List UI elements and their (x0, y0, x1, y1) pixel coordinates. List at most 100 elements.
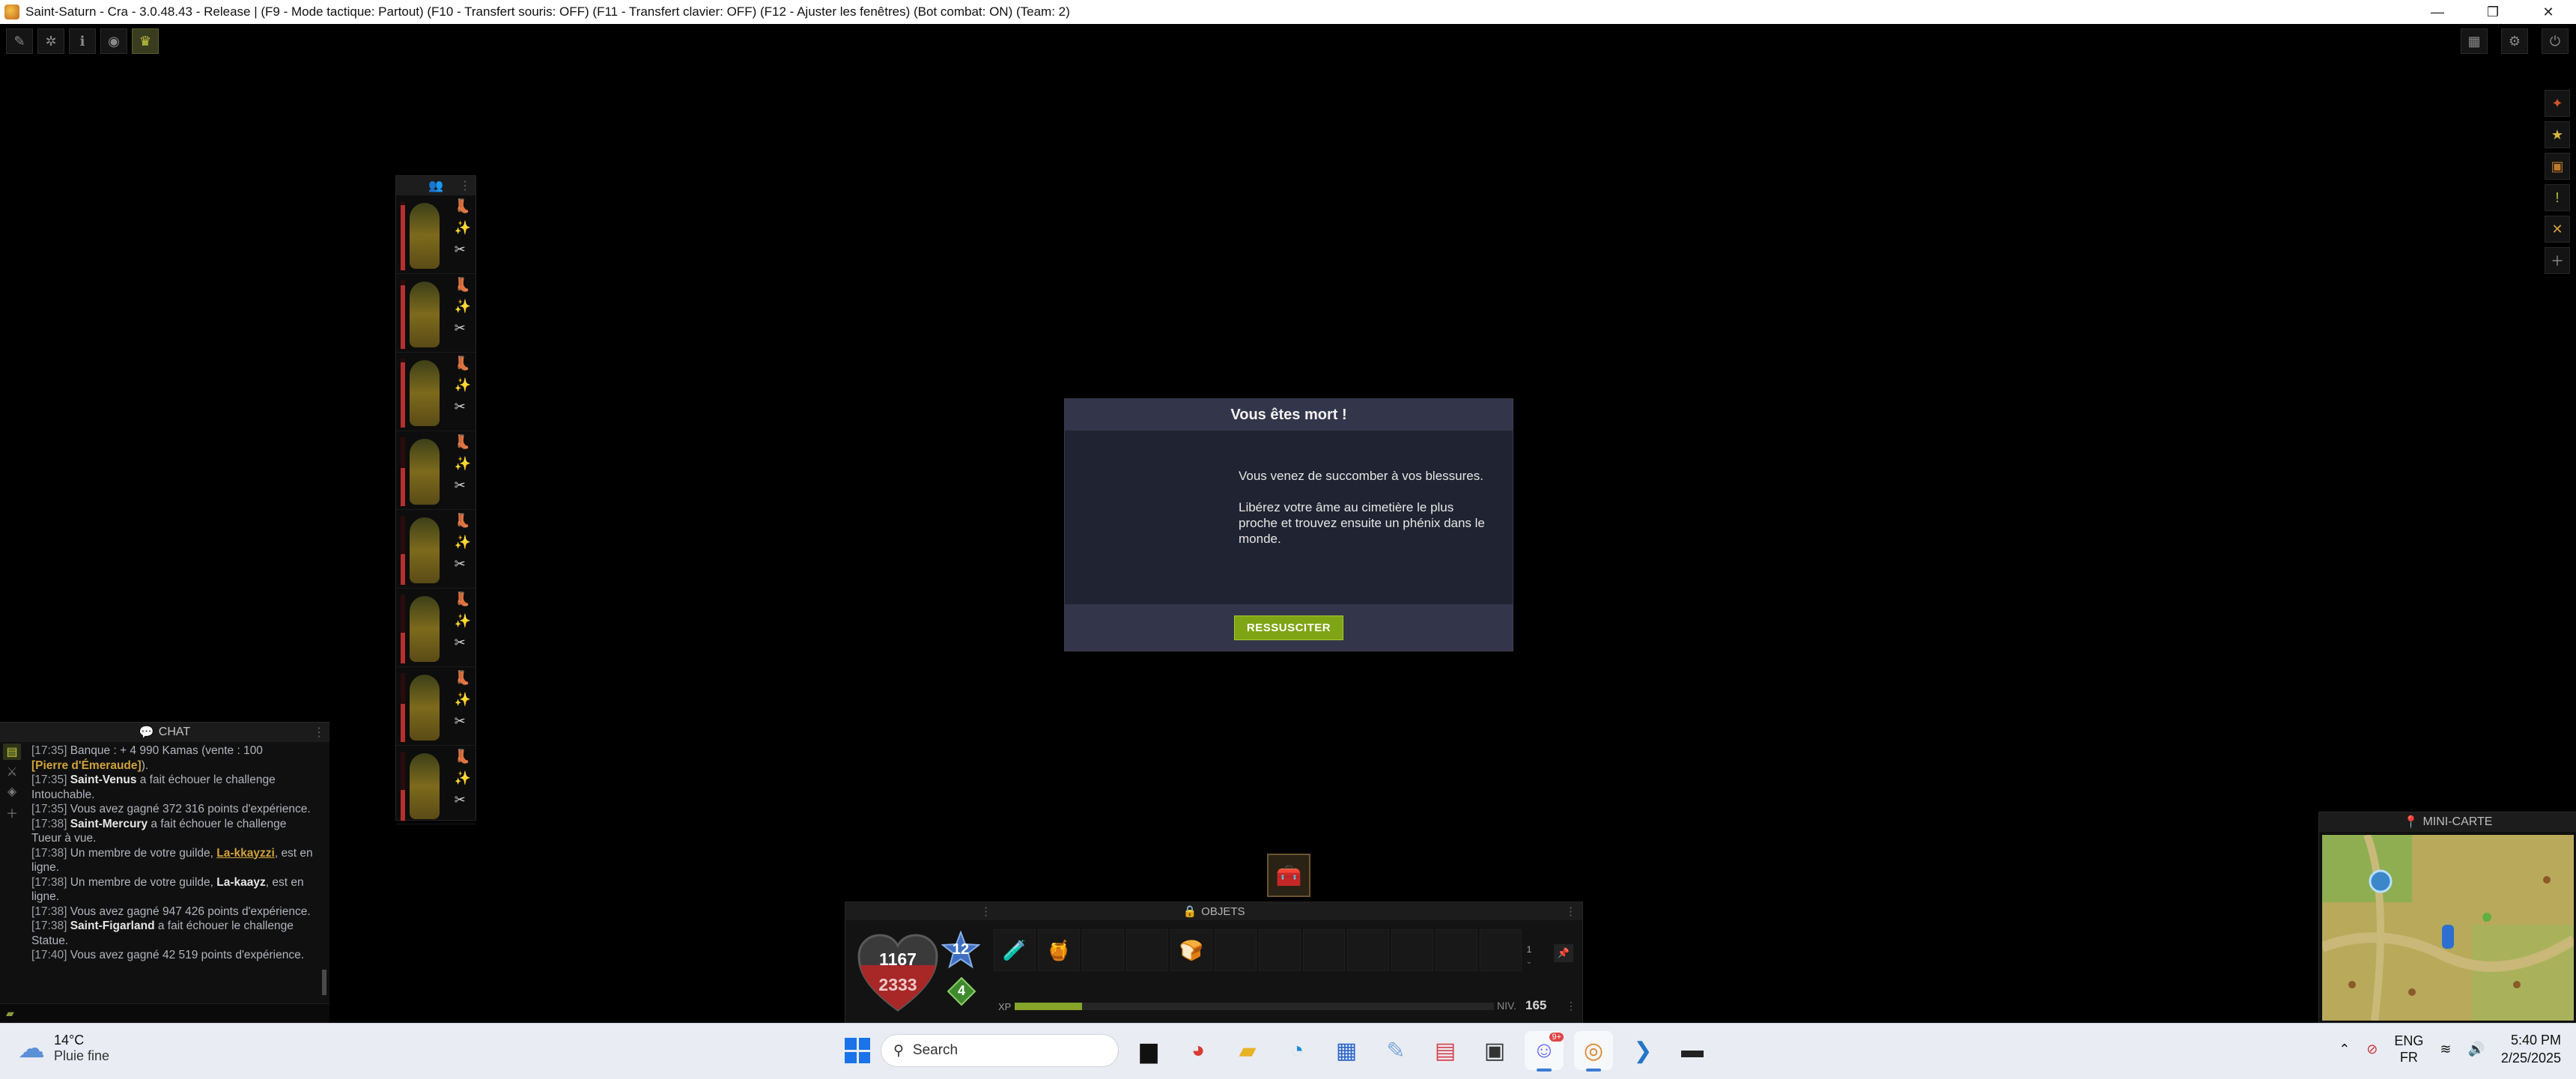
sun-icon[interactable]: ✲ (37, 28, 64, 54)
dofus-taskbar-icon[interactable]: ◎ (1574, 1031, 1613, 1072)
tools-icon[interactable]: ✂ (455, 478, 471, 493)
task-view-icon[interactable]: ▆ (1129, 1031, 1168, 1070)
bar-page-number[interactable]: 1 (1522, 944, 1536, 955)
wifi-icon[interactable]: ≋ (2440, 1042, 2451, 1057)
team-member-portrait[interactable] (410, 282, 440, 347)
objects-bar-menu-icon[interactable]: ⋮ (1565, 905, 1576, 918)
eye-icon[interactable]: ◉ (100, 28, 127, 54)
chat-tab-general-icon[interactable]: ▤ (3, 744, 21, 760)
boot-icon[interactable]: 👢 (455, 592, 471, 607)
wand-icon[interactable]: ✨ (455, 299, 471, 314)
tools-icon[interactable]: ✂ (455, 635, 471, 651)
security-icon[interactable]: ⊘ (2366, 1042, 2378, 1057)
bar-drag-handle-icon[interactable]: ⋮ (980, 905, 991, 918)
item-slot-pot[interactable]: 🍯 (1038, 929, 1080, 971)
item-slot-potion[interactable]: 🧪 (994, 929, 1036, 971)
console-icon[interactable]: ▬ (1673, 1031, 1712, 1070)
wand-icon[interactable]: ✨ (455, 220, 471, 236)
paint-icon[interactable]: ✎ (1376, 1031, 1415, 1070)
layout-icon[interactable]: ▦ (2461, 28, 2488, 54)
crown-icon[interactable]: ♛ (132, 28, 159, 54)
item-slot-empty[interactable] (1126, 929, 1168, 971)
item-slot-empty[interactable] (1480, 929, 1522, 971)
team-member-portrait[interactable] (410, 439, 440, 505)
volume-icon[interactable]: 🔊 (2468, 1042, 2485, 1057)
wand-icon[interactable]: ✨ (455, 613, 471, 629)
team-member-portrait[interactable] (410, 596, 440, 662)
item-slot-empty[interactable] (1259, 929, 1301, 971)
team-member-portrait[interactable] (410, 203, 440, 269)
vscode-icon[interactable]: ❯ (1623, 1031, 1662, 1070)
edge-icon[interactable]: ◔ (1278, 1031, 1316, 1070)
spell-icon[interactable]: ✦ (2545, 90, 2570, 117)
wand-icon[interactable]: ✨ (455, 377, 471, 393)
boot-icon[interactable]: 👢 (455, 670, 471, 686)
team-member[interactable]: 👢 ✨ ✂ (396, 195, 476, 274)
boot-icon[interactable]: 👢 (455, 356, 471, 371)
chat-player-link[interactable]: La-kkayzzi (216, 847, 275, 860)
close-button[interactable]: ✕ (2521, 0, 2576, 24)
chest-icon[interactable]: 🧰 (1267, 854, 1310, 897)
minimap-view[interactable] (2322, 835, 2574, 1021)
gear-icon[interactable]: ⚙ (2501, 28, 2528, 54)
tools-icon[interactable]: ✂ (455, 556, 471, 572)
team-member[interactable]: 👢 ✨ ✂ (396, 589, 476, 667)
microsoft-store-icon[interactable]: ▦ (1327, 1031, 1366, 1070)
boot-icon[interactable]: 👢 (455, 198, 471, 214)
boot-icon[interactable]: 👢 (455, 277, 471, 293)
team-member[interactable]: 👢 ✨ ✂ (396, 353, 476, 431)
chat-menu-icon[interactable]: ⋮ (313, 725, 325, 740)
tools-icon[interactable]: ✂ (455, 242, 471, 258)
chat-tab-fight-icon[interactable]: ⚔ (7, 765, 17, 779)
chevron-up-icon[interactable]: ⌃ (2339, 1042, 2350, 1057)
wand-icon[interactable]: ✨ (455, 771, 471, 786)
weather-widget[interactable]: ☁ 14°C Pluie fine (18, 1033, 109, 1064)
file-explorer-icon[interactable]: ▰ (1228, 1031, 1267, 1070)
chrome-icon[interactable]: ◕ (1179, 1031, 1218, 1070)
tools-icon[interactable]: ✂ (455, 714, 471, 729)
star-icon[interactable]: ★ (2545, 121, 2570, 148)
boot-icon[interactable]: 👢 (455, 749, 471, 765)
brush-icon[interactable]: ✎ (6, 28, 33, 54)
team-member-portrait[interactable] (410, 360, 440, 426)
pin-icon[interactable]: 📌 (1554, 944, 1573, 962)
team-member[interactable]: 👢 ✨ ✂ (396, 431, 476, 510)
tools-icon[interactable]: ✂ (455, 792, 471, 808)
chat-item-link[interactable]: [Pierre d'Émeraude] (31, 759, 142, 772)
team-member-portrait[interactable] (410, 675, 440, 741)
bar-options-icon[interactable]: ⋮ (1566, 1000, 1576, 1012)
tools-icon[interactable]: ✂ (455, 399, 471, 415)
item-slot-empty[interactable] (1303, 929, 1345, 971)
app-red-icon[interactable]: ▤ (1426, 1031, 1465, 1070)
bag-icon[interactable]: ▣ (2545, 153, 2570, 180)
wand-icon[interactable]: ✨ (455, 456, 471, 472)
power-icon[interactable]: ⏻ (2542, 28, 2569, 54)
plus-icon[interactable]: ＋ (2545, 247, 2570, 274)
tools-icon[interactable]: ✂ (455, 320, 471, 336)
boot-icon[interactable]: 👢 (455, 513, 471, 529)
clock[interactable]: 5:40 PM 2/25/2025 (2501, 1031, 2561, 1067)
chat-input[interactable]: ▰ (0, 1003, 329, 1024)
team-member[interactable]: 👢 ✨ ✂ (396, 274, 476, 353)
team-member[interactable]: 👢 ✨ ✂ (396, 667, 476, 746)
swords-icon[interactable]: ✕ (2545, 216, 2570, 243)
chat-channel-icon[interactable]: ▰ (6, 1007, 14, 1020)
boot-icon[interactable]: 👢 (455, 434, 471, 450)
team-member[interactable]: 👢 ✨ ✂ (396, 510, 476, 589)
item-slot-empty[interactable] (1082, 929, 1124, 971)
restore-button[interactable]: ❐ (2465, 0, 2521, 24)
item-slot-bread[interactable]: 🍞 (1170, 929, 1212, 971)
quest-icon[interactable]: ! (2545, 184, 2570, 211)
team-member[interactable]: 👢 ✨ ✂ (396, 746, 476, 824)
terminal-app-icon[interactable]: ▣ (1475, 1031, 1514, 1070)
team-member-portrait[interactable] (410, 517, 440, 583)
item-slot-empty[interactable] (1347, 929, 1389, 971)
windows-start-icon[interactable] (845, 1038, 870, 1063)
chat-tab-add-icon[interactable]: ＋ (6, 803, 18, 821)
item-slot-empty[interactable] (1391, 929, 1433, 971)
chat-tab-guild-icon[interactable]: ◈ (7, 784, 16, 799)
item-slot-empty[interactable] (1215, 929, 1257, 971)
item-slot-empty[interactable] (1436, 929, 1477, 971)
discord-icon[interactable]: ☺ 9+ (1525, 1031, 1564, 1072)
lock-icon[interactable]: 🔒 (1182, 905, 1197, 918)
